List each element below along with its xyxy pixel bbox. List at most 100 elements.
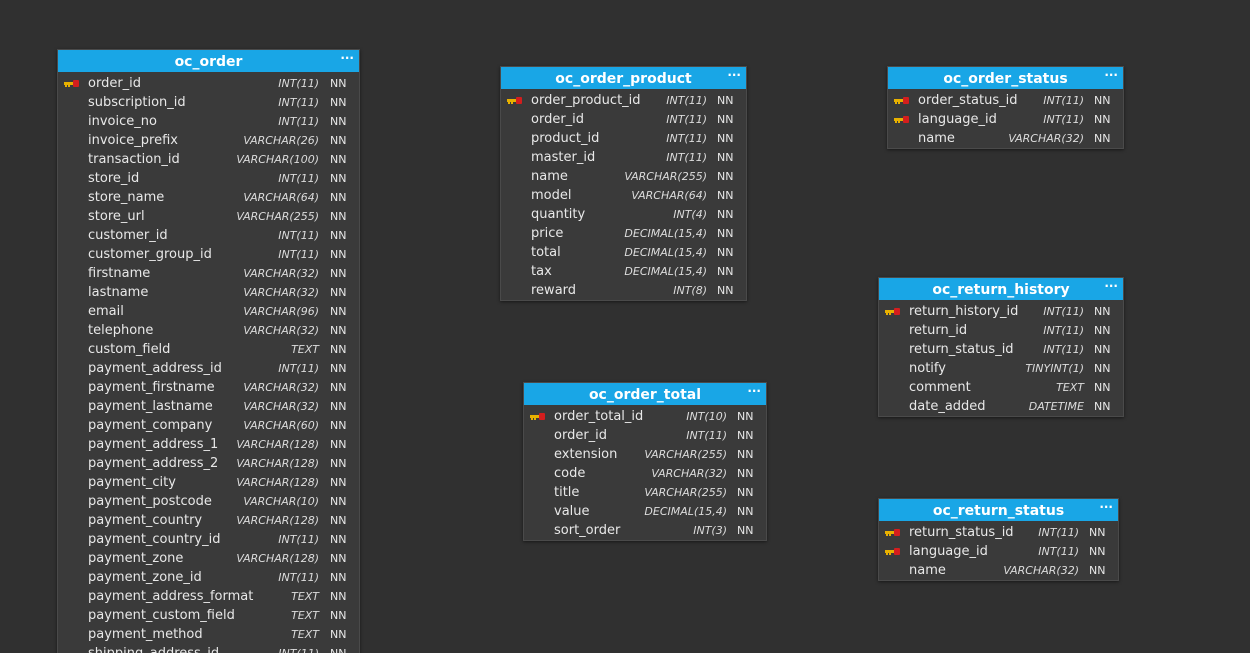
column-type: INT(11) <box>1043 324 1084 337</box>
column-row[interactable]: payment_firstname VARCHAR(32) NN <box>58 378 359 397</box>
column-row[interactable]: order_product_id INT(11) NN <box>501 91 746 110</box>
not-null-flag: NN <box>737 505 754 518</box>
column-row[interactable]: notify TINYINT(1) NN <box>879 359 1123 378</box>
column-row[interactable]: payment_country VARCHAR(128) NN <box>58 511 359 530</box>
column-type: VARCHAR(32) <box>243 267 319 280</box>
table-oc-order-product[interactable]: oc_order_product ··· order_product_id INT… <box>500 66 747 301</box>
column-name: title <box>554 485 580 500</box>
column-name: language_id <box>918 112 997 127</box>
column-row[interactable]: firstname VARCHAR(32) NN <box>58 264 359 283</box>
column-row[interactable]: payment_address_format TEXT NN <box>58 587 359 606</box>
column-row[interactable]: payment_zone_id INT(11) NN <box>58 568 359 587</box>
column-row[interactable]: payment_address_2 VARCHAR(128) NN <box>58 454 359 473</box>
column-type: TINYINT(1) <box>1025 362 1084 375</box>
not-null-flag: NN <box>330 343 347 356</box>
column-row[interactable]: custom_field TEXT NN <box>58 340 359 359</box>
column-row[interactable]: customer_group_id INT(11) NN <box>58 245 359 264</box>
column-row[interactable]: transaction_id VARCHAR(100) NN <box>58 150 359 169</box>
column-row[interactable]: store_id INT(11) NN <box>58 169 359 188</box>
not-null-flag: NN <box>737 524 754 537</box>
not-null-flag: NN <box>737 448 754 461</box>
column-row[interactable]: return_history_id INT(11) NN <box>879 302 1123 321</box>
column-row[interactable]: shipping_address_id INT(11) NN <box>58 644 359 653</box>
table-oc-return-status[interactable]: oc_return_status ··· return_status_id INT… <box>878 498 1119 581</box>
table-menu-icon[interactable]: ··· <box>1104 274 1118 298</box>
column-row[interactable]: order_id INT(11) NN <box>58 74 359 93</box>
not-null-flag: NN <box>330 248 347 261</box>
table-menu-icon[interactable]: ··· <box>727 63 741 87</box>
column-row[interactable]: lastname VARCHAR(32) NN <box>58 283 359 302</box>
column-row[interactable]: invoice_no INT(11) NN <box>58 112 359 131</box>
column-row[interactable]: payment_company VARCHAR(60) NN <box>58 416 359 435</box>
column-row[interactable]: order_id INT(11) NN <box>524 426 766 445</box>
column-row[interactable]: payment_lastname VARCHAR(32) NN <box>58 397 359 416</box>
column-row[interactable]: tax DECIMAL(15,4) NN <box>501 262 746 281</box>
not-null-flag: NN <box>717 208 734 221</box>
column-row[interactable]: reward INT(8) NN <box>501 281 746 300</box>
primary-key-icon <box>885 548 900 555</box>
column-row[interactable]: total DECIMAL(15,4) NN <box>501 243 746 262</box>
table-header[interactable]: oc_order_status ··· <box>888 67 1123 89</box>
column-row[interactable]: sort_order INT(3) NN <box>524 521 766 540</box>
column-row[interactable]: payment_address_1 VARCHAR(128) NN <box>58 435 359 454</box>
column-type: INT(11) <box>278 644 319 653</box>
column-row[interactable]: value DECIMAL(15,4) NN <box>524 502 766 521</box>
column-name: transaction_id <box>88 152 180 167</box>
not-null-flag: NN <box>330 381 347 394</box>
column-row[interactable]: store_url VARCHAR(255) NN <box>58 207 359 226</box>
table-menu-icon[interactable]: ··· <box>747 379 761 403</box>
table-title: oc_return_history <box>932 282 1070 298</box>
column-row[interactable]: order_status_id INT(11) NN <box>888 91 1123 110</box>
column-row[interactable]: code VARCHAR(32) NN <box>524 464 766 483</box>
column-row[interactable]: email VARCHAR(96) NN <box>58 302 359 321</box>
column-type: VARCHAR(128) <box>236 552 319 565</box>
table-header[interactable]: oc_return_status ··· <box>879 499 1118 521</box>
column-name: notify <box>909 361 946 376</box>
column-row[interactable]: telephone VARCHAR(32) NN <box>58 321 359 340</box>
table-header[interactable]: oc_order_product ··· <box>501 67 746 89</box>
column-row[interactable]: payment_country_id INT(11) NN <box>58 530 359 549</box>
table-oc-return-history[interactable]: oc_return_history ··· return_history_id I… <box>878 277 1124 417</box>
column-row[interactable]: price DECIMAL(15,4) NN <box>501 224 746 243</box>
table-oc-order-status[interactable]: oc_order_status ··· order_status_id INT(1… <box>887 66 1124 149</box>
table-menu-icon[interactable]: ··· <box>1099 495 1113 519</box>
column-row[interactable]: model VARCHAR(64) NN <box>501 186 746 205</box>
column-row[interactable]: master_id INT(11) NN <box>501 148 746 167</box>
table-menu-icon[interactable]: ··· <box>340 46 354 70</box>
table-header[interactable]: oc_return_history ··· <box>879 278 1123 300</box>
column-row[interactable]: payment_address_id INT(11) NN <box>58 359 359 378</box>
table-oc-order-total[interactable]: oc_order_total ··· order_total_id INT(10)… <box>523 382 767 541</box>
column-row[interactable]: return_status_id INT(11) NN <box>879 340 1123 359</box>
column-row[interactable]: invoice_prefix VARCHAR(26) NN <box>58 131 359 150</box>
column-row[interactable]: title VARCHAR(255) NN <box>524 483 766 502</box>
column-row[interactable]: name VARCHAR(32) NN <box>879 561 1118 580</box>
column-row[interactable]: comment TEXT NN <box>879 378 1123 397</box>
column-row[interactable]: order_total_id INT(10) NN <box>524 407 766 426</box>
column-row[interactable]: return_status_id INT(11) NN <box>879 523 1118 542</box>
column-row[interactable]: extension VARCHAR(255) NN <box>524 445 766 464</box>
column-row[interactable]: language_id INT(11) NN <box>879 542 1118 561</box>
table-menu-icon[interactable]: ··· <box>1104 63 1118 87</box>
column-row[interactable]: order_id INT(11) NN <box>501 110 746 129</box>
column-row[interactable]: subscription_id INT(11) NN <box>58 93 359 112</box>
column-row[interactable]: name VARCHAR(255) NN <box>501 167 746 186</box>
table-header[interactable]: oc_order ··· <box>58 50 359 72</box>
diagram-canvas[interactable]: oc_order ··· order_id INT(11) NN subscripti… <box>0 0 1250 653</box>
table-oc-order[interactable]: oc_order ··· order_id INT(11) NN subscripti… <box>57 49 360 653</box>
column-row[interactable]: customer_id INT(11) NN <box>58 226 359 245</box>
column-type: VARCHAR(32) <box>243 324 319 337</box>
column-row[interactable]: payment_postcode VARCHAR(10) NN <box>58 492 359 511</box>
column-row[interactable]: payment_method TEXT NN <box>58 625 359 644</box>
column-row[interactable]: product_id INT(11) NN <box>501 129 746 148</box>
column-row[interactable]: quantity INT(4) NN <box>501 205 746 224</box>
column-type: INT(11) <box>278 571 319 584</box>
column-row[interactable]: language_id INT(11) NN <box>888 110 1123 129</box>
column-row[interactable]: payment_zone VARCHAR(128) NN <box>58 549 359 568</box>
column-row[interactable]: payment_city VARCHAR(128) NN <box>58 473 359 492</box>
column-row[interactable]: payment_custom_field TEXT NN <box>58 606 359 625</box>
column-row[interactable]: store_name VARCHAR(64) NN <box>58 188 359 207</box>
column-row[interactable]: name VARCHAR(32) NN <box>888 129 1123 148</box>
column-row[interactable]: return_id INT(11) NN <box>879 321 1123 340</box>
column-row[interactable]: date_added DATETIME NN <box>879 397 1123 416</box>
table-header[interactable]: oc_order_total ··· <box>524 383 766 405</box>
